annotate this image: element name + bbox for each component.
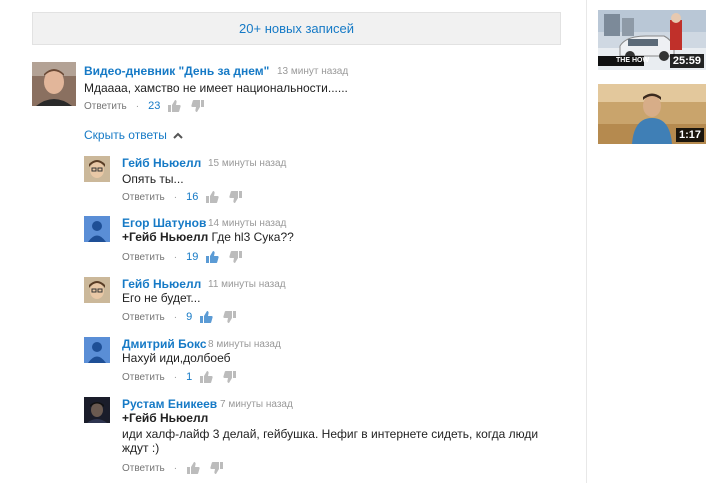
channel-watermark: THE HOW xyxy=(616,57,650,64)
reply-time[interactable]: 8 минуты назад xyxy=(208,339,281,350)
reply-item: Гейб Ньюелл 15 минуты назад Опять ты... … xyxy=(84,156,564,206)
reply-item: Гейб Ньюелл 11 минуты назад Его не будет… xyxy=(84,277,564,327)
reply-author[interactable]: Гейб Ньюелл xyxy=(122,156,201,170)
reply-time[interactable]: 15 минуты назад xyxy=(208,158,286,169)
thumbs-up-icon[interactable] xyxy=(205,190,219,204)
reply-text: +Гейб Ньюелл Где hl3 Сука?? xyxy=(122,229,294,245)
reply-actions: Ответить · 16 xyxy=(122,190,253,204)
hide-replies-label: Скрыть ответы xyxy=(84,128,167,142)
reply-author[interactable]: Гейб Ньюелл xyxy=(122,277,201,291)
separator-dot: · xyxy=(173,371,178,383)
thumbs-down-icon[interactable] xyxy=(223,370,237,384)
reply-button[interactable]: Ответить xyxy=(122,372,165,383)
new-posts-button[interactable]: 20+ новых записей xyxy=(32,12,561,45)
reply-actions: Ответить · 1 xyxy=(122,370,247,384)
reply-button[interactable]: Ответить xyxy=(84,101,127,112)
like-count: 19 xyxy=(186,251,199,263)
like-count: 9 xyxy=(186,311,193,323)
separator-dot: · xyxy=(173,191,178,203)
thumbs-up-icon[interactable] xyxy=(167,99,181,113)
separator-dot: · xyxy=(173,311,178,323)
video-thumbnail[interactable]: 1:17 xyxy=(598,84,706,144)
thumbs-up-icon[interactable] xyxy=(199,370,213,384)
reply-item: Дмитрий Бокс 8 минуты назад Нахуй иди,до… xyxy=(84,337,564,387)
reply-text-body: Где hl3 Сука?? xyxy=(208,230,294,244)
thumbs-up-icon[interactable] xyxy=(186,461,200,475)
comment-text: Мдаааа, хамство не имеет национальности.… xyxy=(84,81,348,95)
thumbs-down-icon[interactable] xyxy=(210,461,224,475)
reply-author[interactable]: Дмитрий Бокс xyxy=(122,337,207,351)
reply-actions: Ответить · 19 xyxy=(122,250,253,264)
reply-time[interactable]: 14 минуты назад xyxy=(208,218,286,229)
video-duration: 1:17 xyxy=(675,128,704,142)
reply-author[interactable]: Рустам Еникеев xyxy=(122,397,217,411)
comment-time[interactable]: 13 минут назад xyxy=(277,66,348,77)
reply-text: Его не будет... xyxy=(122,291,201,305)
reply-text: иди халф-лайф 3 делай, гейбушка. Нефиг в… xyxy=(122,427,539,441)
reply-button[interactable]: Ответить xyxy=(122,252,165,263)
comment-actions: Ответить · 23 xyxy=(84,99,215,113)
thumbs-down-icon[interactable] xyxy=(191,99,205,113)
reply-button[interactable]: Ответить xyxy=(122,192,165,203)
sidebar-divider xyxy=(586,0,587,483)
thumbs-down-icon[interactable] xyxy=(223,310,237,324)
avatar[interactable] xyxy=(84,156,110,182)
mention-link[interactable]: +Гейб Ньюелл xyxy=(122,230,208,244)
mention-link[interactable]: +Гейб Ньюелл xyxy=(122,410,208,426)
video-duration: 25:59 xyxy=(669,54,704,68)
default-avatar-icon[interactable] xyxy=(84,337,110,363)
avatar[interactable] xyxy=(84,277,110,303)
avatar[interactable] xyxy=(32,62,76,106)
hide-replies-toggle[interactable]: Скрыть ответы xyxy=(84,128,183,142)
separator-dot: · xyxy=(135,100,140,112)
top-comment: Видео-дневник "День за днем" 13 минут на… xyxy=(32,62,572,122)
comment-author[interactable]: Видео-дневник "День за днем" xyxy=(84,64,269,78)
chevron-up-icon xyxy=(173,128,183,142)
reply-button[interactable]: Ответить xyxy=(122,463,165,474)
reply-text-continued: ждут :) xyxy=(122,441,160,455)
reply-text: Опять ты... xyxy=(122,172,184,186)
like-count: 16 xyxy=(186,191,199,203)
separator-dot: · xyxy=(173,251,178,263)
reply-actions: Ответить · 9 xyxy=(122,310,247,324)
reply-button[interactable]: Ответить xyxy=(122,312,165,323)
reply-time[interactable]: 7 минуты назад xyxy=(220,399,293,410)
like-count: 23 xyxy=(148,100,161,112)
thumbs-up-icon[interactable] xyxy=(205,250,219,264)
thumbs-down-icon[interactable] xyxy=(229,190,243,204)
like-count: 1 xyxy=(186,371,193,383)
reply-item: Рустам Еникеев 7 минуты назад +Гейб Ньюе… xyxy=(84,397,564,477)
reply-item: Егор Шатунов 14 минуты назад +Гейб Ньюел… xyxy=(84,216,564,266)
default-avatar-icon[interactable] xyxy=(84,216,110,242)
avatar[interactable] xyxy=(84,397,110,423)
reply-time[interactable]: 11 минуты назад xyxy=(208,279,286,290)
reply-text: Нахуй иди,долбоеб xyxy=(122,351,231,365)
thumbs-up-icon[interactable] xyxy=(199,310,213,324)
thumbs-down-icon[interactable] xyxy=(229,250,243,264)
separator-dot: · xyxy=(173,462,178,474)
video-thumbnail[interactable]: THE HOW 25:59 xyxy=(598,10,706,70)
reply-author[interactable]: Егор Шатунов xyxy=(122,216,206,230)
reply-actions: Ответить · xyxy=(122,461,234,475)
